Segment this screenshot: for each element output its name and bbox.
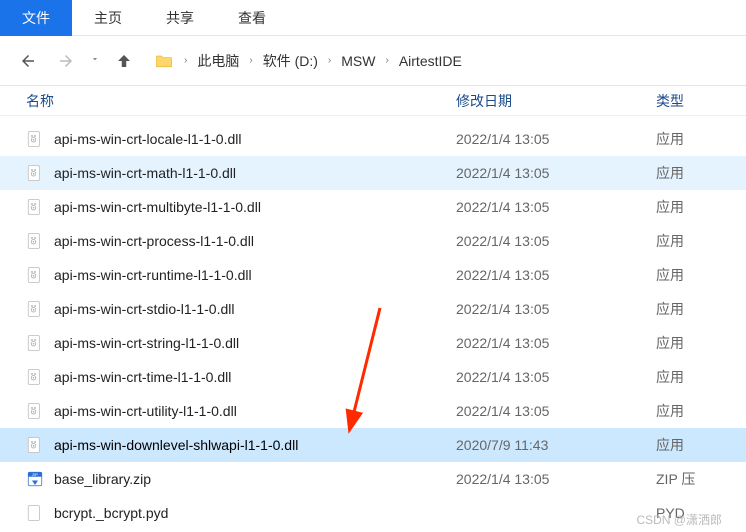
column-header-type[interactable]: 类型 bbox=[656, 91, 746, 111]
file-type: 应用 bbox=[656, 129, 746, 149]
file-name-cell: api-ms-win-crt-math-l1-1-0.dll bbox=[26, 164, 456, 182]
file-date: 2022/1/4 13:05 bbox=[456, 369, 656, 385]
file-name: api-ms-win-crt-locale-l1-1-0.dll bbox=[54, 131, 241, 147]
file-row[interactable]: api-ms-win-crt-stdio-l1-1-0.dll 2022/1/4 … bbox=[0, 292, 746, 326]
watermark: CSDN @潇洒郎 bbox=[636, 511, 722, 528]
file-type: 应用 bbox=[656, 435, 746, 455]
file-list: api-ms-win-crt-locale-l1-1-0.dll 2022/1/4… bbox=[0, 116, 746, 530]
file-name: api-ms-win-crt-process-l1-1-0.dll bbox=[54, 233, 254, 249]
breadcrumb-item[interactable]: AirtestIDE bbox=[399, 53, 462, 69]
file-name-cell: api-ms-win-crt-runtime-l1-1-0.dll bbox=[26, 266, 456, 284]
back-button[interactable] bbox=[14, 47, 42, 75]
forward-button[interactable] bbox=[52, 47, 80, 75]
up-button[interactable] bbox=[110, 47, 138, 75]
dll-file-icon bbox=[26, 436, 44, 454]
file-type: 应用 bbox=[656, 401, 746, 421]
dll-file-icon bbox=[26, 266, 44, 284]
file-name: base_library.zip bbox=[54, 471, 151, 487]
tab-file[interactable]: 文件 bbox=[0, 0, 72, 36]
file-name: api-ms-win-crt-string-l1-1-0.dll bbox=[54, 335, 239, 351]
file-date: 2022/1/4 13:05 bbox=[456, 199, 656, 215]
file-name: api-ms-win-crt-stdio-l1-1-0.dll bbox=[54, 301, 234, 317]
file-row[interactable]: api-ms-win-downlevel-shlwapi-l1-1-0.dll 2… bbox=[0, 428, 746, 462]
dll-file-icon bbox=[26, 334, 44, 352]
folder-icon bbox=[154, 51, 174, 71]
file-name: api-ms-win-crt-time-l1-1-0.dll bbox=[54, 369, 231, 385]
file-name-cell: api-ms-win-crt-multibyte-l1-1-0.dll bbox=[26, 198, 456, 216]
file-type: 应用 bbox=[656, 299, 746, 319]
file-date: 2022/1/4 13:05 bbox=[456, 267, 656, 283]
breadcrumb-item[interactable]: 软件 (D:) bbox=[263, 51, 318, 71]
chevron-right-icon: › bbox=[328, 55, 331, 66]
file-type: 应用 bbox=[656, 231, 746, 251]
pyd-file-icon bbox=[26, 504, 44, 522]
file-row[interactable]: api-ms-win-crt-multibyte-l1-1-0.dll 2022/… bbox=[0, 190, 746, 224]
file-row[interactable]: api-ms-win-crt-process-l1-1-0.dll 2022/1/… bbox=[0, 224, 746, 258]
file-date: 2022/1/4 13:05 bbox=[456, 301, 656, 317]
dll-file-icon bbox=[26, 198, 44, 216]
column-headers: 名称 修改日期 类型 bbox=[0, 86, 746, 116]
breadcrumb-item[interactable]: MSW bbox=[341, 53, 375, 69]
file-name-cell: api-ms-win-crt-locale-l1-1-0.dll bbox=[26, 130, 456, 148]
file-name-cell: api-ms-win-crt-process-l1-1-0.dll bbox=[26, 232, 456, 250]
file-name: api-ms-win-crt-runtime-l1-1-0.dll bbox=[54, 267, 252, 283]
chevron-right-icon: › bbox=[249, 55, 252, 66]
file-name: api-ms-win-crt-multibyte-l1-1-0.dll bbox=[54, 199, 261, 215]
file-type: 应用 bbox=[656, 197, 746, 217]
tab-view[interactable]: 查看 bbox=[216, 0, 288, 36]
file-date: 2022/1/4 13:05 bbox=[456, 131, 656, 147]
dll-file-icon bbox=[26, 232, 44, 250]
file-row[interactable]: ZIP base_library.zip 2022/1/4 13:05ZIP 压 bbox=[0, 462, 746, 496]
tab-home[interactable]: 主页 bbox=[72, 0, 144, 36]
file-date: 2022/1/4 13:05 bbox=[456, 233, 656, 249]
file-row[interactable]: api-ms-win-crt-utility-l1-1-0.dll 2022/1/… bbox=[0, 394, 746, 428]
chevron-right-icon: › bbox=[184, 55, 187, 66]
file-name-cell: bcrypt._bcrypt.pyd bbox=[26, 504, 456, 522]
file-type: 应用 bbox=[656, 367, 746, 387]
file-date: 2022/1/4 13:05 bbox=[456, 471, 656, 487]
dll-file-icon bbox=[26, 300, 44, 318]
file-name: api-ms-win-downlevel-shlwapi-l1-1-0.dll bbox=[54, 437, 298, 453]
column-header-date[interactable]: 修改日期 bbox=[456, 91, 656, 111]
tab-bar: 文件 主页 共享 查看 bbox=[0, 0, 746, 36]
breadcrumb-item[interactable]: 此电脑 bbox=[197, 51, 239, 71]
file-type: 应用 bbox=[656, 333, 746, 353]
file-name: api-ms-win-crt-utility-l1-1-0.dll bbox=[54, 403, 237, 419]
file-name-cell: api-ms-win-crt-stdio-l1-1-0.dll bbox=[26, 300, 456, 318]
column-header-name[interactable]: 名称 bbox=[26, 91, 456, 111]
zip-file-icon: ZIP bbox=[26, 470, 44, 488]
file-type: 应用 bbox=[656, 265, 746, 285]
file-row[interactable]: api-ms-win-crt-string-l1-1-0.dll 2022/1/4… bbox=[0, 326, 746, 360]
tab-share[interactable]: 共享 bbox=[144, 0, 216, 36]
svg-text:ZIP: ZIP bbox=[32, 473, 38, 477]
file-date: 2022/1/4 13:05 bbox=[456, 165, 656, 181]
file-date: 2022/1/4 13:05 bbox=[456, 403, 656, 419]
file-date: 2020/7/9 11:43 bbox=[456, 437, 656, 453]
file-row[interactable]: api-ms-win-crt-locale-l1-1-0.dll 2022/1/4… bbox=[0, 122, 746, 156]
file-name-cell: api-ms-win-crt-string-l1-1-0.dll bbox=[26, 334, 456, 352]
file-row[interactable]: bcrypt._bcrypt.pydPYD bbox=[0, 496, 746, 530]
file-name: bcrypt._bcrypt.pyd bbox=[54, 505, 168, 521]
file-date: 2022/1/4 13:05 bbox=[456, 335, 656, 351]
file-row[interactable]: api-ms-win-crt-math-l1-1-0.dll 2022/1/4 1… bbox=[0, 156, 746, 190]
file-name-cell: api-ms-win-crt-time-l1-1-0.dll bbox=[26, 368, 456, 386]
file-name-cell: ZIP base_library.zip bbox=[26, 470, 456, 488]
file-name: api-ms-win-crt-math-l1-1-0.dll bbox=[54, 165, 236, 181]
nav-bar: › 此电脑 › 软件 (D:) › MSW › AirtestIDE bbox=[0, 36, 746, 86]
file-row[interactable]: api-ms-win-crt-runtime-l1-1-0.dll 2022/1/… bbox=[0, 258, 746, 292]
breadcrumb[interactable]: › 此电脑 › 软件 (D:) › MSW › AirtestIDE bbox=[154, 51, 462, 71]
file-name-cell: api-ms-win-downlevel-shlwapi-l1-1-0.dll bbox=[26, 436, 456, 454]
file-name-cell: api-ms-win-crt-utility-l1-1-0.dll bbox=[26, 402, 456, 420]
chevron-right-icon: › bbox=[385, 55, 388, 66]
file-row[interactable]: api-ms-win-crt-time-l1-1-0.dll 2022/1/4 1… bbox=[0, 360, 746, 394]
dll-file-icon bbox=[26, 402, 44, 420]
dll-file-icon bbox=[26, 164, 44, 182]
history-dropdown-icon[interactable] bbox=[90, 54, 100, 67]
dll-file-icon bbox=[26, 368, 44, 386]
dll-file-icon bbox=[26, 130, 44, 148]
file-type: 应用 bbox=[656, 163, 746, 183]
file-type: ZIP 压 bbox=[656, 469, 746, 489]
